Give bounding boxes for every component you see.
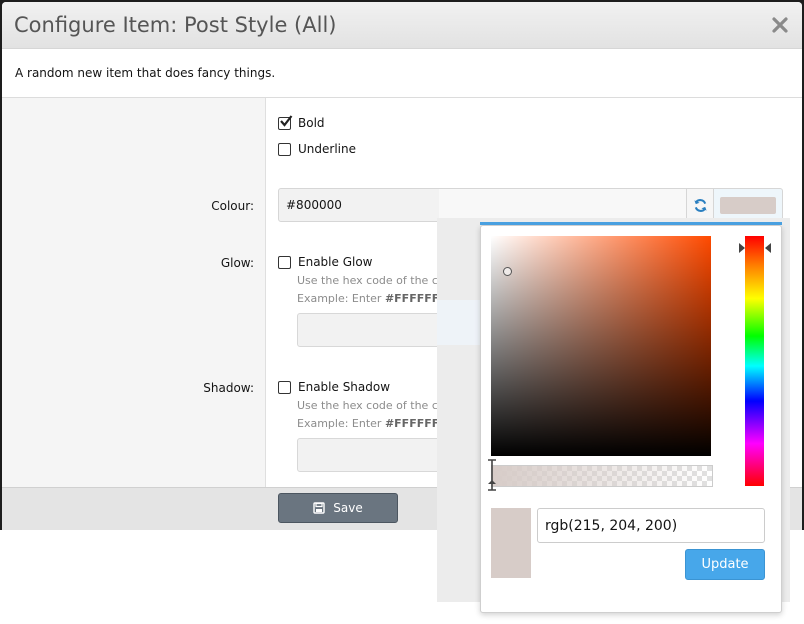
colour-label: Colour:	[211, 199, 254, 213]
enable-glow-checkbox[interactable]: Enable Glow	[278, 255, 372, 269]
hue-marker-right-icon[interactable]	[765, 243, 771, 253]
bold-label: Bold	[298, 116, 325, 130]
dialog-title: Configure Item: Post Style (All)	[14, 13, 337, 37]
glow-example-code: #FFFFFF	[384, 292, 437, 305]
shadow-hint: Use the hex code of the co	[297, 399, 437, 412]
dialog-header: Configure Item: Post Style (All)	[2, 2, 802, 49]
close-icon[interactable]	[769, 14, 791, 36]
colour-swatch	[720, 197, 776, 214]
glow-example-prefix: Example: Enter	[297, 292, 385, 305]
colour-value: #800000	[286, 198, 342, 212]
update-button[interactable]: Update	[685, 549, 765, 580]
refresh-icon	[694, 199, 707, 212]
label-column	[2, 98, 266, 487]
colour-input-highlight	[439, 189, 687, 221]
shadow-example-prefix: Example: Enter	[297, 417, 385, 430]
glow-hint: Use the hex code of the co	[297, 274, 437, 287]
colour-preview	[491, 508, 531, 578]
save-label: Save	[333, 501, 363, 515]
update-label: Update	[701, 557, 749, 572]
saturation-cursor[interactable]	[503, 267, 512, 276]
colour-swatch-button[interactable]	[713, 188, 783, 222]
glow-colour-input[interactable]	[297, 313, 441, 347]
checkmark-icon	[280, 114, 293, 127]
checkbox-checked[interactable]	[278, 114, 293, 130]
picker-top-border	[480, 222, 782, 225]
bold-checkbox[interactable]: Bold	[278, 114, 325, 130]
glow-hint-line1: Use the hex code of the co	[297, 274, 437, 287]
enable-shadow-label: Enable Shadow	[298, 380, 391, 394]
glow-example: Example: Enter #FFFFFF for	[297, 292, 437, 305]
save-icon	[313, 502, 325, 514]
alpha-marker-icon[interactable]	[488, 459, 496, 491]
underline-checkbox[interactable]: Underline	[278, 142, 356, 156]
shadow-hint-line1: Use the hex code of the co	[297, 399, 437, 412]
underline-label: Underline	[298, 142, 356, 156]
dialog-description: A random new item that does fancy things…	[15, 66, 276, 80]
shadow-label: Shadow:	[203, 381, 254, 395]
alpha-slider[interactable]	[491, 465, 713, 487]
enable-glow-label: Enable Glow	[298, 255, 373, 269]
shadow-colour-input[interactable]	[297, 438, 441, 472]
save-button[interactable]: Save	[278, 493, 398, 523]
saturation-value-area[interactable]	[491, 236, 711, 456]
rgb-input[interactable]: rgb(215, 204, 200)	[537, 508, 765, 543]
glow-label: Glow:	[220, 256, 254, 270]
shadow-example-code: #FFFFFF	[384, 417, 437, 430]
checkbox-unchecked[interactable]	[278, 380, 291, 394]
hue-marker-left-icon[interactable]	[739, 243, 745, 253]
shadow-example: Example: Enter #FFFFFF for	[297, 417, 437, 430]
enable-shadow-checkbox[interactable]: Enable Shadow	[278, 380, 390, 394]
reset-colour-button[interactable]	[686, 188, 715, 222]
checkbox-unchecked[interactable]	[278, 142, 291, 156]
checkbox-unchecked[interactable]	[278, 255, 291, 269]
rgb-value: rgb(215, 204, 200)	[545, 518, 678, 534]
hue-slider[interactable]	[745, 236, 764, 486]
